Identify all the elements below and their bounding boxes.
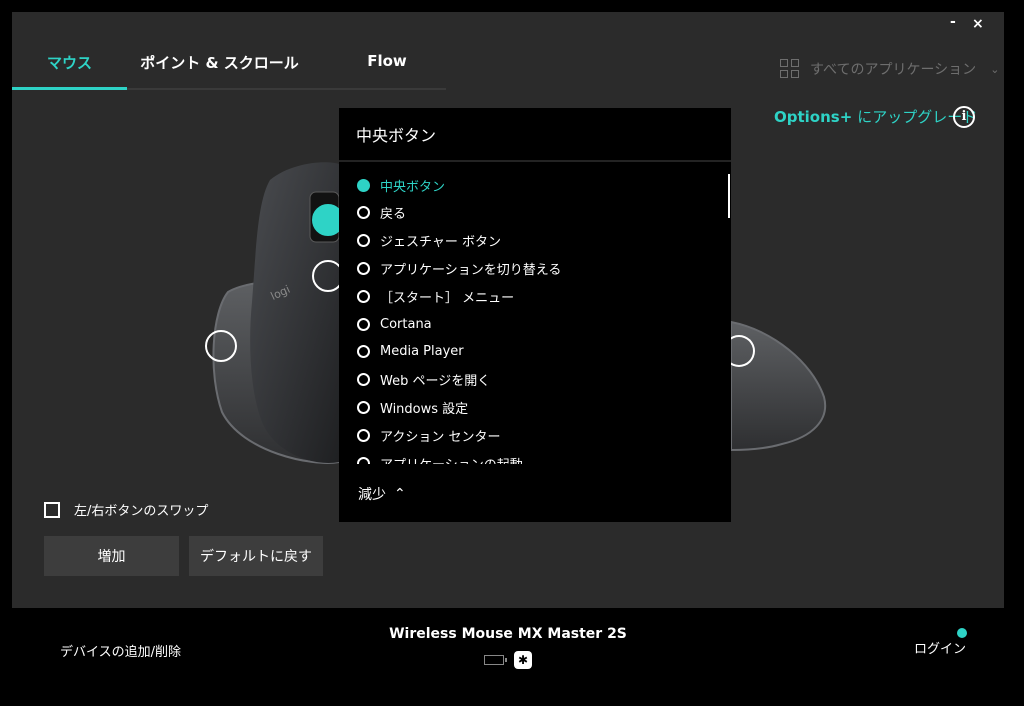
action-option-label: アプリケーションを切り替える: [380, 262, 562, 278]
action-option[interactable]: ジェスチャー ボタン: [357, 230, 501, 252]
login-status-dot: [957, 628, 967, 638]
action-option[interactable]: Windows 設定: [357, 396, 468, 418]
action-option-label: ジェスチャー ボタン: [380, 235, 502, 251]
close-button[interactable]: ×: [972, 16, 984, 32]
swap-buttons-toggle[interactable]: 左/右ボタンのスワップ: [44, 500, 208, 519]
action-option[interactable]: アプリケーションを切り替える: [357, 257, 561, 279]
action-list[interactable]: 中央ボタン戻るジェスチャー ボタンアプリケーションを切り替える ［スタート］ メニ…: [339, 170, 731, 464]
action-option-label: 中央ボタン: [380, 179, 446, 195]
tab-point-scroll[interactable]: ポイント & スクロール: [127, 52, 312, 90]
radio-icon: [357, 428, 370, 442]
action-option[interactable]: Media Player: [357, 341, 464, 363]
action-option-label: Web ページを開く: [380, 374, 491, 390]
restore-default-button[interactable]: デフォルトに戻す: [189, 536, 323, 576]
minimize-button[interactable]: -: [950, 14, 956, 30]
upgrade-brand: Options+: [774, 107, 853, 126]
radio-icon: [357, 289, 370, 303]
add-app-label: 増加: [97, 549, 126, 565]
radio-icon: [357, 261, 370, 275]
show-less-label: 減少: [358, 487, 386, 503]
radio-icon: [357, 456, 370, 464]
radio-icon: [357, 373, 370, 387]
app-grid-icon: [780, 59, 800, 79]
action-option[interactable]: 戻る: [357, 202, 406, 224]
swap-checkbox[interactable]: [44, 501, 60, 518]
mouse-logo: logi: [269, 283, 292, 303]
chevron-up-icon: ⌃: [394, 486, 406, 502]
radio-icon: [357, 345, 370, 359]
add-remove-device-link[interactable]: デバイスの追加/削除: [60, 641, 181, 660]
button-action-dropdown: 中央ボタン 中央ボタン戻るジェスチャー ボタンアプリケーションを切り替える ［スタ…: [339, 108, 731, 522]
radio-icon: [357, 317, 370, 331]
action-option-label: 戻る: [380, 207, 407, 223]
info-icon[interactable]: i: [953, 106, 975, 128]
swap-label: 左/右ボタンのスワップ: [74, 504, 209, 519]
thumb-button-hotspot[interactable]: [205, 330, 237, 362]
dropdown-title: 中央ボタン: [356, 126, 437, 145]
dropdown-scrollbar[interactable]: [728, 174, 730, 218]
app-selector-label: すべてのアプリケーション: [810, 62, 977, 78]
tab-label: マウス: [46, 54, 92, 72]
dropdown-divider: [339, 160, 731, 162]
tab-flow[interactable]: Flow: [312, 52, 462, 90]
action-option[interactable]: アプリケーションの起動: [357, 452, 523, 464]
device-name: Wireless Mouse MX Master 2S: [389, 626, 627, 642]
action-option-label: ［スタート］ メニュー: [380, 290, 515, 306]
tab-label: ポイント & スクロール: [140, 54, 299, 72]
restore-default-label: デフォルトに戻す: [200, 549, 312, 565]
radio-icon: [357, 178, 370, 192]
chevron-down-icon: ⌄: [990, 62, 1000, 76]
tab-label: Flow: [367, 52, 407, 70]
active-tab-indicator: [12, 87, 127, 90]
bluetooth-icon: ✱: [514, 651, 532, 669]
action-option[interactable]: ［スタート］ メニュー: [357, 285, 514, 307]
action-option-label: Windows 設定: [380, 401, 469, 417]
radio-icon: [357, 234, 370, 248]
radio-icon: [357, 400, 370, 414]
action-option-label: アプリケーションの起動: [380, 454, 523, 465]
battery-icon: [484, 655, 507, 665]
action-option-label: Cortana: [380, 316, 432, 332]
action-option[interactable]: アクション センター: [357, 424, 500, 446]
radio-icon: [357, 206, 370, 220]
mouse-side-grip: [212, 279, 340, 464]
action-option[interactable]: 中央ボタン: [357, 174, 445, 196]
tab-mouse[interactable]: マウス: [12, 52, 127, 90]
action-option-label: アクション センター: [380, 429, 501, 445]
action-option[interactable]: Cortana: [357, 313, 432, 335]
login-link[interactable]: ログイン: [914, 638, 966, 657]
action-option[interactable]: Web ページを開く: [357, 369, 490, 391]
upgrade-link[interactable]: Options+ にアップグレード: [774, 106, 977, 127]
footer-bar: デバイスの追加/削除 Wireless Mouse MX Master 2S ✱…: [0, 608, 1024, 706]
app-selector[interactable]: すべてのアプリケーション ⌄: [780, 58, 999, 80]
show-less-button[interactable]: 減少 ⌃: [358, 484, 406, 504]
action-option-label: Media Player: [380, 344, 464, 360]
add-app-button[interactable]: 増加: [44, 536, 179, 576]
